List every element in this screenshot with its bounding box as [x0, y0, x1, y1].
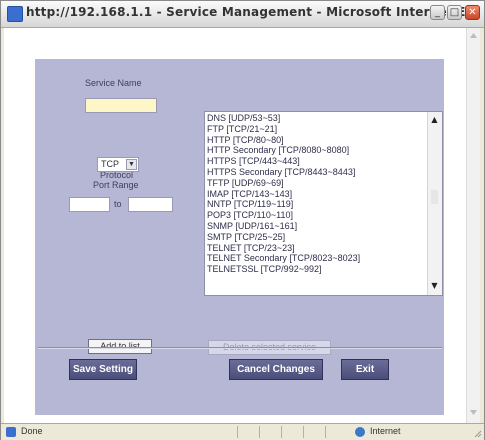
browser-window: http://192.168.1.1 - Service Management … — [0, 0, 485, 440]
page-scrollbar[interactable] — [466, 28, 480, 423]
page-content: Service Name Protocol TCP ▼ Port Range t… — [4, 28, 480, 423]
service-list-item[interactable]: NNTP [TCP/119~119] — [207, 199, 425, 210]
service-list-item[interactable]: IMAP [TCP/143~143] — [207, 189, 425, 200]
status-divider — [237, 426, 238, 438]
page-scrollbar-arrows-icon — [470, 33, 477, 415]
status-bar: Done Internet — [1, 423, 484, 440]
internet-zone-globe-icon — [355, 427, 365, 437]
status-divider — [325, 426, 326, 438]
cancel-changes-button[interactable]: Cancel Changes — [229, 359, 323, 380]
port-range-start-input[interactable] — [69, 197, 110, 212]
save-setting-button[interactable]: Save Setting — [69, 359, 137, 380]
service-list-item[interactable]: TELNET [TCP/23~23] — [207, 243, 425, 254]
status-text: Done — [21, 426, 43, 436]
service-name-label: Service Name — [85, 78, 142, 88]
service-name-input[interactable] — [85, 98, 157, 113]
service-list-item[interactable]: TELNET Secondary [TCP/8023~8023] — [207, 253, 425, 264]
service-list-item[interactable]: TFTP [UDP/69~69] — [207, 178, 425, 189]
service-list-item[interactable]: TELNETSSL [TCP/992~992] — [207, 264, 425, 275]
minimize-button[interactable]: _ — [430, 5, 445, 20]
service-list-item[interactable]: HTTPS Secondary [TCP/8443~8443] — [207, 167, 425, 178]
service-list-items: DNS [UDP/53~53] FTP [TCP/21~21] HTTP [TCP/… — [207, 113, 425, 275]
scroll-down-icon[interactable]: ▼ — [429, 280, 440, 292]
resize-grip-icon[interactable] — [474, 430, 482, 438]
service-list-item[interactable]: HTTPS [TCP/443~443] — [207, 156, 425, 167]
chevron-down-icon[interactable]: ▼ — [126, 159, 137, 170]
protocol-select[interactable]: TCP ▼ — [97, 157, 139, 172]
service-list[interactable]: DNS [UDP/53~53] FTP [TCP/21~21] HTTP [TCP/… — [204, 111, 443, 296]
service-list-scrollbar[interactable]: ▲ ▼ — [427, 112, 442, 295]
status-divider — [281, 426, 282, 438]
service-list-item[interactable]: SNMP [UDP/161~161] — [207, 221, 425, 232]
page-done-icon — [6, 427, 16, 437]
service-list-item[interactable]: HTTP [TCP/80~80] — [207, 135, 425, 146]
service-list-item[interactable]: FTP [TCP/21~21] — [207, 124, 425, 135]
status-divider — [303, 426, 304, 438]
ie-page-icon — [7, 6, 23, 22]
scroll-up-icon[interactable]: ▲ — [429, 114, 440, 126]
window-title: http://192.168.1.1 - Service Management … — [26, 5, 480, 19]
exit-button[interactable]: Exit — [341, 359, 389, 380]
title-bar[interactable]: http://192.168.1.1 - Service Management … — [1, 1, 484, 28]
maximize-button[interactable]: □ — [447, 5, 462, 20]
service-list-item[interactable]: HTTP Secondary [TCP/8080~8080] — [207, 145, 425, 156]
service-list-item[interactable]: POP3 [TCP/110~110] — [207, 210, 425, 221]
scroll-thumb[interactable] — [431, 190, 438, 204]
service-list-item[interactable]: DNS [UDP/53~53] — [207, 113, 425, 124]
port-range-to-label: to — [114, 199, 122, 209]
port-range-label: Port Range — [93, 180, 139, 190]
protocol-value: TCP — [101, 159, 119, 169]
security-zone-label: Internet — [370, 426, 401, 436]
status-divider — [259, 426, 260, 438]
service-list-item[interactable]: SMTP [TCP/25~25] — [207, 232, 425, 243]
port-range-end-input[interactable] — [128, 197, 173, 212]
close-button[interactable]: ✕ — [465, 5, 480, 20]
button-divider — [38, 347, 442, 349]
